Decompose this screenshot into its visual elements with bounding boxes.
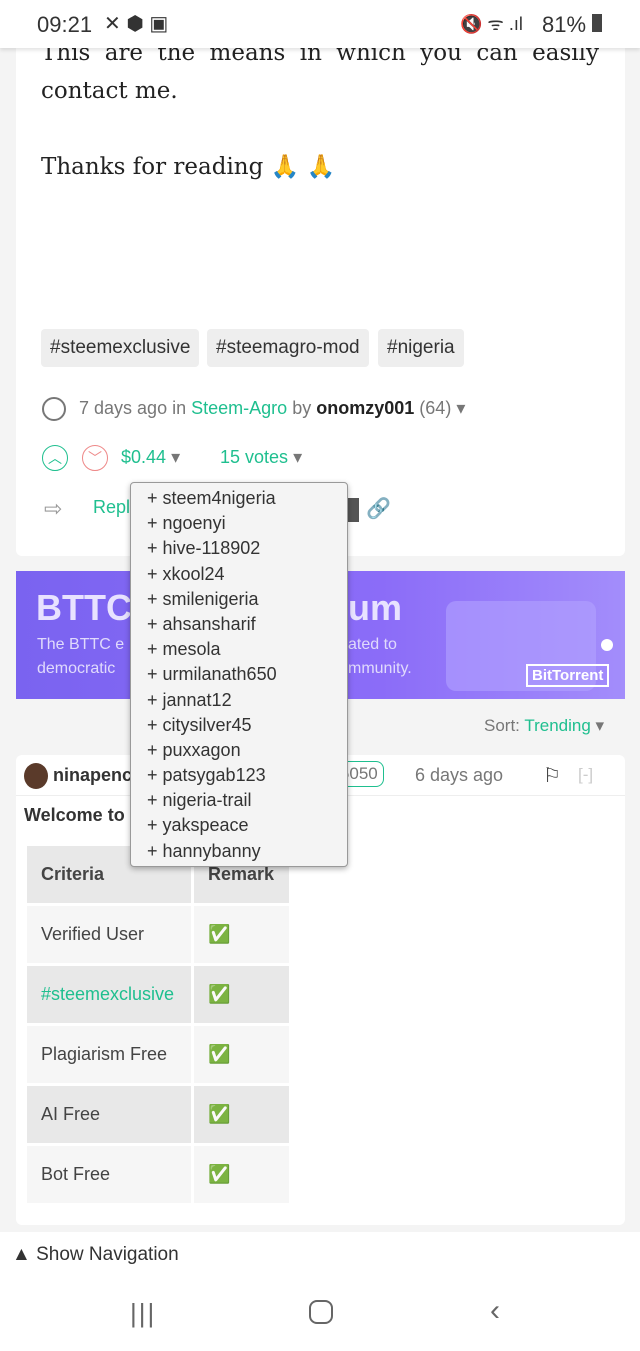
carousel-dot[interactable] bbox=[601, 639, 613, 651]
sort-label: Sort: bbox=[484, 716, 520, 735]
author-dropdown-icon[interactable]: ▾ bbox=[456, 398, 465, 418]
voter-item[interactable]: + smilenigeria bbox=[147, 587, 347, 612]
criteria-table: Criteria Remark Verified User ✅ #steemexcl… bbox=[24, 843, 292, 1206]
banner-text-1: The BTTC e bbox=[37, 636, 125, 653]
community-link[interactable]: Steem-Agro bbox=[191, 398, 287, 418]
comment-intro: Welcome to s bbox=[24, 805, 140, 825]
voter-item[interactable]: + hannybanny bbox=[147, 839, 347, 864]
post-time: 7 days ago bbox=[79, 397, 168, 418]
voter-item[interactable]: + urmilanath650 bbox=[147, 662, 347, 687]
voter-item[interactable]: + yakspeace bbox=[147, 813, 347, 838]
battery-icon bbox=[592, 14, 602, 32]
voter-item[interactable]: + citysilver45 bbox=[147, 713, 347, 738]
sort-dropdown-icon[interactable]: ▾ bbox=[596, 716, 605, 735]
avatar[interactable] bbox=[24, 763, 48, 789]
banner-text-2: democratic bbox=[37, 660, 116, 677]
sort-value[interactable]: Trending bbox=[524, 716, 590, 735]
remark-cell: ✅ bbox=[191, 963, 292, 1026]
by-label: by bbox=[292, 397, 312, 418]
voter-item[interactable]: + puxxagon bbox=[147, 738, 347, 763]
voter-item[interactable]: + ahsansharif bbox=[147, 612, 347, 637]
voter-item[interactable]: + xkool24 bbox=[147, 562, 347, 587]
back-button[interactable]: ‹ bbox=[490, 1294, 500, 1328]
post-body-2: contact me. bbox=[41, 78, 178, 104]
signal-icons: 🔇 ᯤ .ıl bbox=[460, 14, 523, 34]
link-icon[interactable]: 🔗 bbox=[366, 496, 391, 521]
criteria-cell: Plagiarism Free bbox=[24, 1023, 194, 1086]
collapse-button[interactable]: [-] bbox=[578, 765, 593, 785]
bottom-area: ▲ Show Navigation ||| ‹ bbox=[0, 1232, 640, 1351]
tag-steemagro-mod[interactable]: #steemagro-mod bbox=[207, 329, 369, 367]
table-row: Verified User ✅ bbox=[24, 903, 292, 966]
voter-item[interactable]: + steem4nigeria bbox=[147, 486, 347, 511]
sort-control[interactable]: Sort: Trending ▾ bbox=[484, 716, 604, 736]
voter-item[interactable]: + jannat12 bbox=[147, 688, 347, 713]
voters-dropdown: + steem4nigeria + ngoenyi + hive-118902 … bbox=[130, 482, 348, 867]
table-row: Bot Free ✅ bbox=[24, 1143, 292, 1206]
banner-text-1-right: ated to bbox=[348, 636, 397, 653]
criteria-cell-link[interactable]: #steemexclusive bbox=[24, 963, 194, 1026]
home-button[interactable] bbox=[309, 1300, 333, 1324]
voter-item[interactable]: + hive-118902 bbox=[147, 536, 347, 561]
criteria-cell: AI Free bbox=[24, 1083, 194, 1146]
show-navigation-button[interactable]: ▲ Show Navigation bbox=[12, 1244, 179, 1266]
voter-item[interactable]: + patsygab123 bbox=[147, 763, 347, 788]
payout[interactable]: $0.44 ▾ bbox=[121, 447, 180, 468]
author-link[interactable]: onomzy001 bbox=[316, 398, 414, 418]
table-row: #steemexclusive ✅ bbox=[24, 963, 292, 1026]
triangle-up-icon: ▲ bbox=[12, 1244, 31, 1265]
tag-steemexclusive[interactable]: #steemexclusive bbox=[41, 329, 200, 367]
payout-value: $0.44 bbox=[121, 447, 167, 467]
bittorrent-logo: BitTorrent bbox=[526, 664, 610, 687]
remark-cell: ✅ bbox=[191, 1023, 292, 1086]
comment-time: 6 days ago bbox=[415, 765, 504, 785]
reputation: (64) bbox=[419, 397, 452, 418]
comment-author[interactable]: ninapenc bbox=[53, 765, 132, 786]
banner-text-2-right: mmunity. bbox=[348, 660, 412, 677]
show-navigation-label: Show Navigation bbox=[36, 1244, 179, 1265]
criteria-cell: Bot Free bbox=[24, 1143, 194, 1206]
remark-cell: ✅ bbox=[191, 1083, 292, 1146]
post-meta: 7 days ago in Steem-Agro by onomzy001 (6… bbox=[42, 397, 465, 421]
status-bar: 09:21 ✕ ⬢ ▣ 🔇 ᯤ .ıl 81% bbox=[0, 0, 640, 48]
table-row: Plagiarism Free ✅ bbox=[24, 1023, 292, 1086]
voter-item[interactable]: + ngoenyi bbox=[147, 511, 347, 536]
banner-title-right: um bbox=[348, 587, 402, 628]
recent-apps-button[interactable]: ||| bbox=[130, 1298, 156, 1329]
clock-icon bbox=[42, 397, 66, 421]
tag-nigeria[interactable]: #nigeria bbox=[378, 329, 464, 367]
voter-item[interactable]: + mesola bbox=[147, 637, 347, 662]
downvote-button[interactable]: ﹀ bbox=[82, 445, 108, 471]
resteem-icon[interactable]: ⇨ bbox=[44, 496, 62, 522]
clock: 09:21 bbox=[37, 12, 93, 37]
table-row: AI Free ✅ bbox=[24, 1083, 292, 1146]
remark-cell: ✅ bbox=[191, 903, 292, 966]
remark-cell: ✅ bbox=[191, 1143, 292, 1206]
notification-icons: ✕ ⬢ ▣ bbox=[104, 13, 169, 35]
reply-link[interactable]: Repl bbox=[93, 497, 130, 518]
votes-count: 15 votes bbox=[220, 447, 289, 467]
post-card: This are the means in which you can easi… bbox=[16, 20, 625, 556]
in-label: in bbox=[172, 397, 187, 418]
flag-icon[interactable]: ⚐ bbox=[543, 763, 561, 788]
post-thanks: Thanks for reading 🙏 🙏 bbox=[41, 154, 336, 180]
upvote-button[interactable]: ︿ bbox=[42, 445, 68, 471]
battery-level: 81% bbox=[542, 12, 587, 37]
criteria-cell: Verified User bbox=[24, 903, 194, 966]
banner-title: BTTC bbox=[36, 587, 132, 628]
votes-dropdown-icon: ▾ bbox=[293, 447, 303, 467]
payout-dropdown-icon[interactable]: ▾ bbox=[171, 447, 180, 467]
votes-toggle[interactable]: 15 votes ▾ bbox=[220, 447, 302, 468]
voter-item[interactable]: + nigeria-trail bbox=[147, 788, 347, 813]
